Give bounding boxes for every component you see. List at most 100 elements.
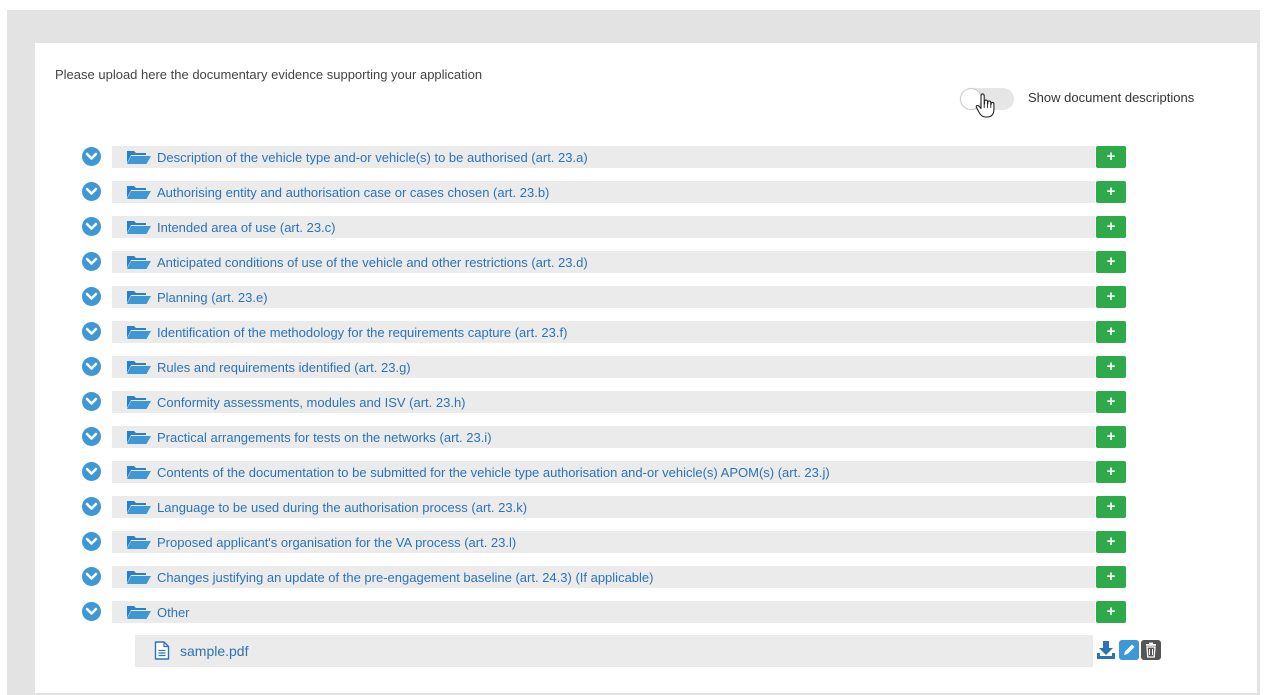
folder-label[interactable]: Planning (art. 23.e) <box>157 290 268 305</box>
expand-chevron-button[interactable] <box>82 357 101 376</box>
add-document-button[interactable]: + <box>1096 496 1126 518</box>
expand-chevron-button[interactable] <box>82 287 101 306</box>
expand-chevron-button[interactable] <box>82 217 101 236</box>
folder-row: Other + <box>35 600 1135 624</box>
folder-row: Contents of the documentation to be subm… <box>35 460 1135 484</box>
file-text-icon <box>154 641 170 660</box>
file-row[interactable]: sample.pdf <box>135 635 1093 667</box>
folder-open-icon <box>127 536 151 549</box>
add-document-button[interactable]: + <box>1096 566 1126 588</box>
expand-chevron-button[interactable] <box>82 322 101 341</box>
folder-bar[interactable]: Conformity assessments, modules and ISV … <box>112 391 1095 413</box>
folder-label[interactable]: Rules and requirements identified (art. … <box>157 360 411 375</box>
folder-row: Anticipated conditions of use of the veh… <box>35 250 1135 274</box>
pencil-icon <box>1124 644 1135 655</box>
add-document-button[interactable]: + <box>1096 356 1126 378</box>
folder-label[interactable]: Description of the vehicle type and-or v… <box>157 150 588 165</box>
folder-label[interactable]: Practical arrangements for tests on the … <box>157 430 492 445</box>
folder-label[interactable]: Contents of the documentation to be subm… <box>157 465 830 480</box>
folder-open-icon <box>127 326 151 339</box>
folder-row: Identification of the methodology for th… <box>35 320 1135 344</box>
expand-chevron-button[interactable] <box>82 252 101 271</box>
edit-button[interactable] <box>1119 640 1139 660</box>
folder-open-icon <box>127 466 151 479</box>
expand-chevron-button[interactable] <box>82 602 101 621</box>
chevron-down-icon <box>85 187 98 195</box>
folder-open-icon <box>127 221 151 234</box>
file-actions <box>1095 639 1175 663</box>
add-document-button[interactable]: + <box>1096 426 1126 448</box>
folder-open-icon <box>127 151 151 164</box>
folder-row: Changes justifying an update of the pre-… <box>35 565 1135 589</box>
folder-bar[interactable]: Contents of the documentation to be subm… <box>112 461 1095 483</box>
folder-label[interactable]: Other <box>157 605 190 620</box>
delete-button[interactable] <box>1141 640 1161 660</box>
chevron-down-icon <box>85 362 98 370</box>
folder-bar[interactable]: Description of the vehicle type and-or v… <box>112 146 1095 168</box>
expand-chevron-button[interactable] <box>82 392 101 411</box>
folder-row: Authorising entity and authorisation cas… <box>35 180 1135 204</box>
folder-open-icon <box>127 571 151 584</box>
folder-label[interactable]: Anticipated conditions of use of the veh… <box>157 255 588 270</box>
folder-bar[interactable]: Authorising entity and authorisation cas… <box>112 181 1095 203</box>
folder-open-icon <box>127 291 151 304</box>
expand-chevron-button[interactable] <box>82 427 101 446</box>
folder-bar[interactable]: Intended area of use (art. 23.c) <box>112 216 1095 238</box>
add-document-button[interactable]: + <box>1096 461 1126 483</box>
expand-chevron-button[interactable] <box>82 462 101 481</box>
folder-label[interactable]: Proposed applicant's organisation for th… <box>157 535 516 550</box>
add-document-button[interactable]: + <box>1096 601 1126 623</box>
download-icon[interactable] <box>1095 639 1117 661</box>
folder-bar[interactable]: Rules and requirements identified (art. … <box>112 356 1095 378</box>
folder-row: Practical arrangements for tests on the … <box>35 425 1135 449</box>
chevron-down-icon <box>85 432 98 440</box>
add-document-button[interactable]: + <box>1096 286 1126 308</box>
chevron-down-icon <box>85 502 98 510</box>
add-document-button[interactable]: + <box>1096 216 1126 238</box>
show-descriptions-toggle-group: Show document descriptions <box>960 86 1240 118</box>
chevron-down-icon <box>85 467 98 475</box>
folder-bar[interactable]: Anticipated conditions of use of the veh… <box>112 251 1095 273</box>
folder-row: Proposed applicant's organisation for th… <box>35 530 1135 554</box>
folder-bar[interactable]: Identification of the methodology for th… <box>112 321 1095 343</box>
folder-row: Description of the vehicle type and-or v… <box>35 145 1135 169</box>
show-descriptions-label: Show document descriptions <box>1028 90 1195 105</box>
expand-chevron-button[interactable] <box>82 567 101 586</box>
folder-label[interactable]: Identification of the methodology for th… <box>157 325 567 340</box>
folder-label[interactable]: Conformity assessments, modules and ISV … <box>157 395 466 410</box>
folder-row: Rules and requirements identified (art. … <box>35 355 1135 379</box>
chevron-down-icon <box>85 222 98 230</box>
show-descriptions-toggle[interactable] <box>960 88 1014 118</box>
add-document-button[interactable]: + <box>1096 146 1126 168</box>
chevron-down-icon <box>85 572 98 580</box>
expand-chevron-button[interactable] <box>82 147 101 166</box>
folder-label[interactable]: Language to be used during the authorisa… <box>157 500 527 515</box>
trash-icon <box>1146 642 1156 658</box>
add-document-button[interactable]: + <box>1096 321 1126 343</box>
expand-chevron-button[interactable] <box>82 182 101 201</box>
folder-label[interactable]: Authorising entity and authorisation cas… <box>157 185 549 200</box>
add-document-button[interactable]: + <box>1096 181 1126 203</box>
folder-bar[interactable]: Planning (art. 23.e) <box>112 286 1095 308</box>
folder-row: Conformity assessments, modules and ISV … <box>35 390 1135 414</box>
file-name-link[interactable]: sample.pdf <box>180 643 248 659</box>
folder-bar[interactable]: Proposed applicant's organisation for th… <box>112 531 1095 553</box>
expand-chevron-button[interactable] <box>82 497 101 516</box>
expand-chevron-button[interactable] <box>82 532 101 551</box>
add-document-button[interactable]: + <box>1096 251 1126 273</box>
add-document-button[interactable]: + <box>1096 391 1126 413</box>
folder-bar[interactable]: Other <box>112 601 1095 623</box>
folder-label[interactable]: Intended area of use (art. 23.c) <box>157 220 336 235</box>
chevron-down-icon <box>85 327 98 335</box>
folder-open-icon <box>127 501 151 514</box>
folder-bar[interactable]: Changes justifying an update of the pre-… <box>112 566 1095 588</box>
upload-panel: Please upload here the documentary evide… <box>35 43 1257 693</box>
folder-bar[interactable]: Practical arrangements for tests on the … <box>112 426 1095 448</box>
folder-label[interactable]: Changes justifying an update of the pre-… <box>157 570 653 585</box>
folder-row: Language to be used during the authorisa… <box>35 495 1135 519</box>
add-document-button[interactable]: + <box>1096 531 1126 553</box>
chevron-down-icon <box>85 152 98 160</box>
chevron-down-icon <box>85 607 98 615</box>
folder-row: Planning (art. 23.e) + <box>35 285 1135 309</box>
folder-bar[interactable]: Language to be used during the authorisa… <box>112 496 1095 518</box>
